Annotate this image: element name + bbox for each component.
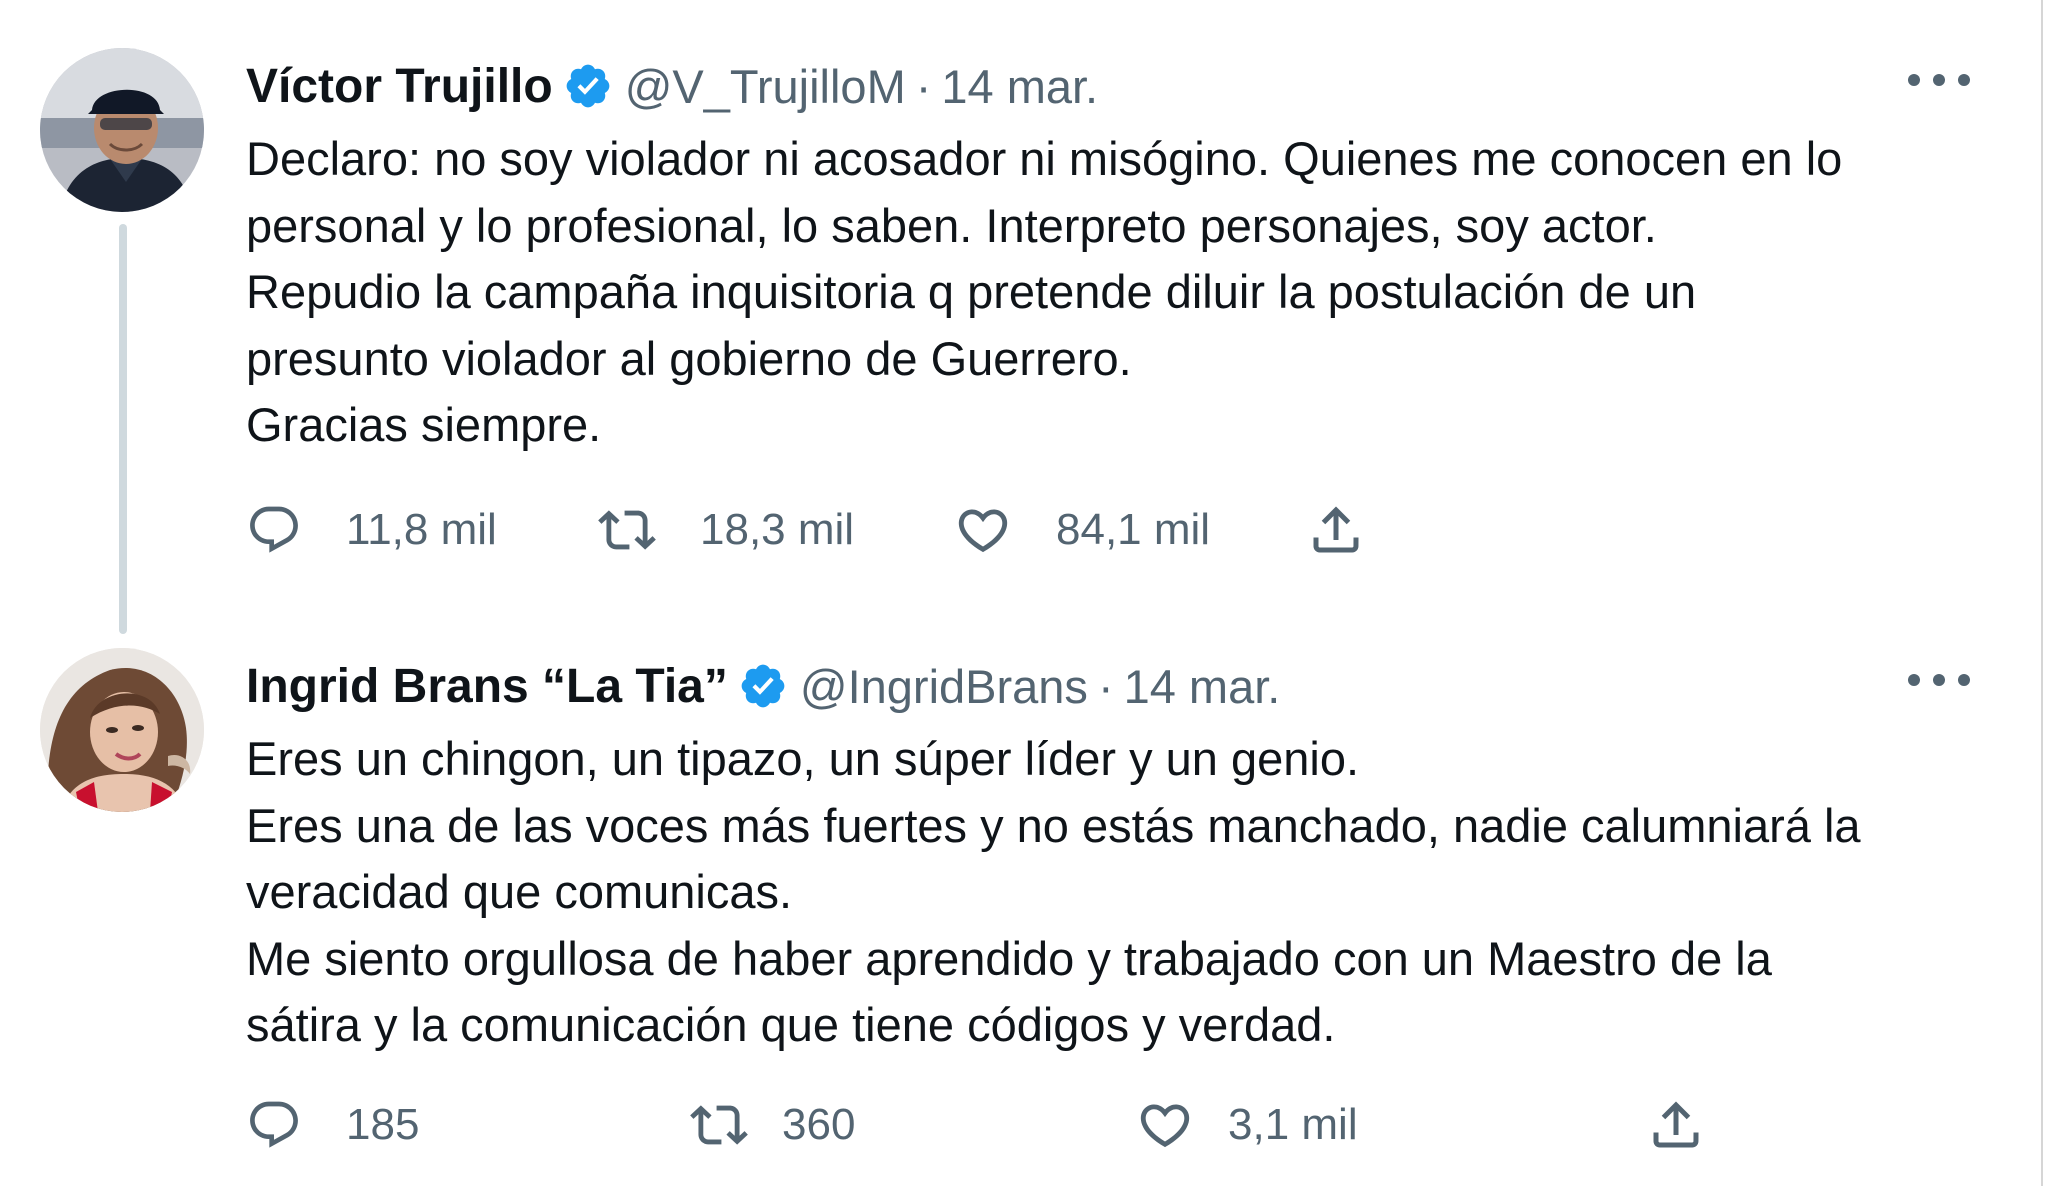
thread-line [119,224,127,634]
tweet-text-line: Eres un chingon, un tipazo, un súper líd… [246,732,1360,785]
display-name[interactable]: Ingrid Brans “La Tia” [246,659,728,714]
tweet-header: Víctor Trujillo @V_TrujilloM · 14 mar. [246,54,1098,118]
verified-badge-icon [738,661,788,711]
like-count: 3,1 mil [1228,1100,1358,1149]
tweet-header: Ingrid Brans “La Tia” @IngridBrans · 14 … [246,654,1280,718]
tweet-text: Declaro: no soy violador ni acosador ni … [246,126,2006,459]
share-icon [1653,1101,1699,1148]
tweet-text-line: personal y lo profesional, lo saben. Int… [246,198,1657,252]
tweet-text: Eres un chingon, un tipazo, un súper líd… [246,726,2006,1059]
reply-icon [250,506,298,553]
separator: · [915,59,932,113]
timeline: Víctor Trujillo @V_TrujilloM · 14 mar. D… [0,0,2048,1186]
reply-icon [250,1101,298,1148]
share-button[interactable] [1306,495,1366,565]
handle[interactable]: @IngridBrans [800,659,1088,714]
tweet-text-line: veracidad que comunicas. [246,865,793,918]
handle[interactable]: @V_TrujilloM [625,59,906,114]
reply-button[interactable]: 11,8 mil [246,495,497,565]
tweet[interactable]: Ingrid Brans “La Tia” @IngridBrans · 14 … [0,640,2040,1186]
heart-icon [1140,1104,1190,1148]
separator: · [1097,659,1114,713]
share-icon [1313,506,1359,553]
tweet-text-line: Repudio la campaña inquisitoria q preten… [246,265,1697,318]
retweet-button[interactable]: 18,3 mil [598,495,854,565]
reply-button[interactable]: 185 [246,1090,419,1160]
like-count: 84,1 mil [1056,505,1211,554]
tweet-text-line: sátira y la comunicación que tiene códig… [246,998,1336,1051]
avatar[interactable] [40,648,204,812]
tweet-text-line: Eres una de las voces más fuertes y no e… [246,798,1861,852]
avatar[interactable] [40,48,204,212]
heart-icon [958,509,1008,553]
like-button[interactable]: 84,1 mil [954,495,1210,565]
reply-count: 11,8 mil [346,505,497,554]
like-button[interactable]: 3,1 mil [1136,1090,1358,1160]
reply-count: 185 [346,1100,420,1149]
scrollbar-edge [2041,0,2043,1186]
tweet-text-line: presunto violador al gobierno de Guerrer… [246,331,1132,385]
retweet-count: 360 [782,1100,856,1149]
display-name[interactable]: Víctor Trujillo [246,59,553,114]
share-button[interactable] [1646,1090,1706,1160]
retweet-button[interactable]: 360 [690,1090,855,1160]
tweet[interactable]: Víctor Trujillo @V_TrujilloM · 14 mar. D… [0,40,2040,640]
tweet-text-line: Declaro: no soy violador ni acosador ni … [246,132,1843,185]
tweet-text-line: Me siento orgullosa de haber aprendido y… [246,931,1772,985]
tweet-actions: 185 360 3,1 mil [246,1090,1726,1160]
more-options-icon[interactable] [1908,60,1970,100]
more-options-icon[interactable] [1908,660,1970,700]
retweet-icon [598,510,656,550]
tweet-text-line: Gracias siempre. [246,398,602,451]
timestamp[interactable]: 14 mar. [941,59,1098,114]
timestamp[interactable]: 14 mar. [1124,659,1281,714]
verified-badge-icon [563,61,613,111]
retweet-icon [690,1105,748,1145]
retweet-count: 18,3 mil [700,505,855,554]
tweet-actions: 11,8 mil 18,3 mil 84,1 mil [246,495,1726,565]
